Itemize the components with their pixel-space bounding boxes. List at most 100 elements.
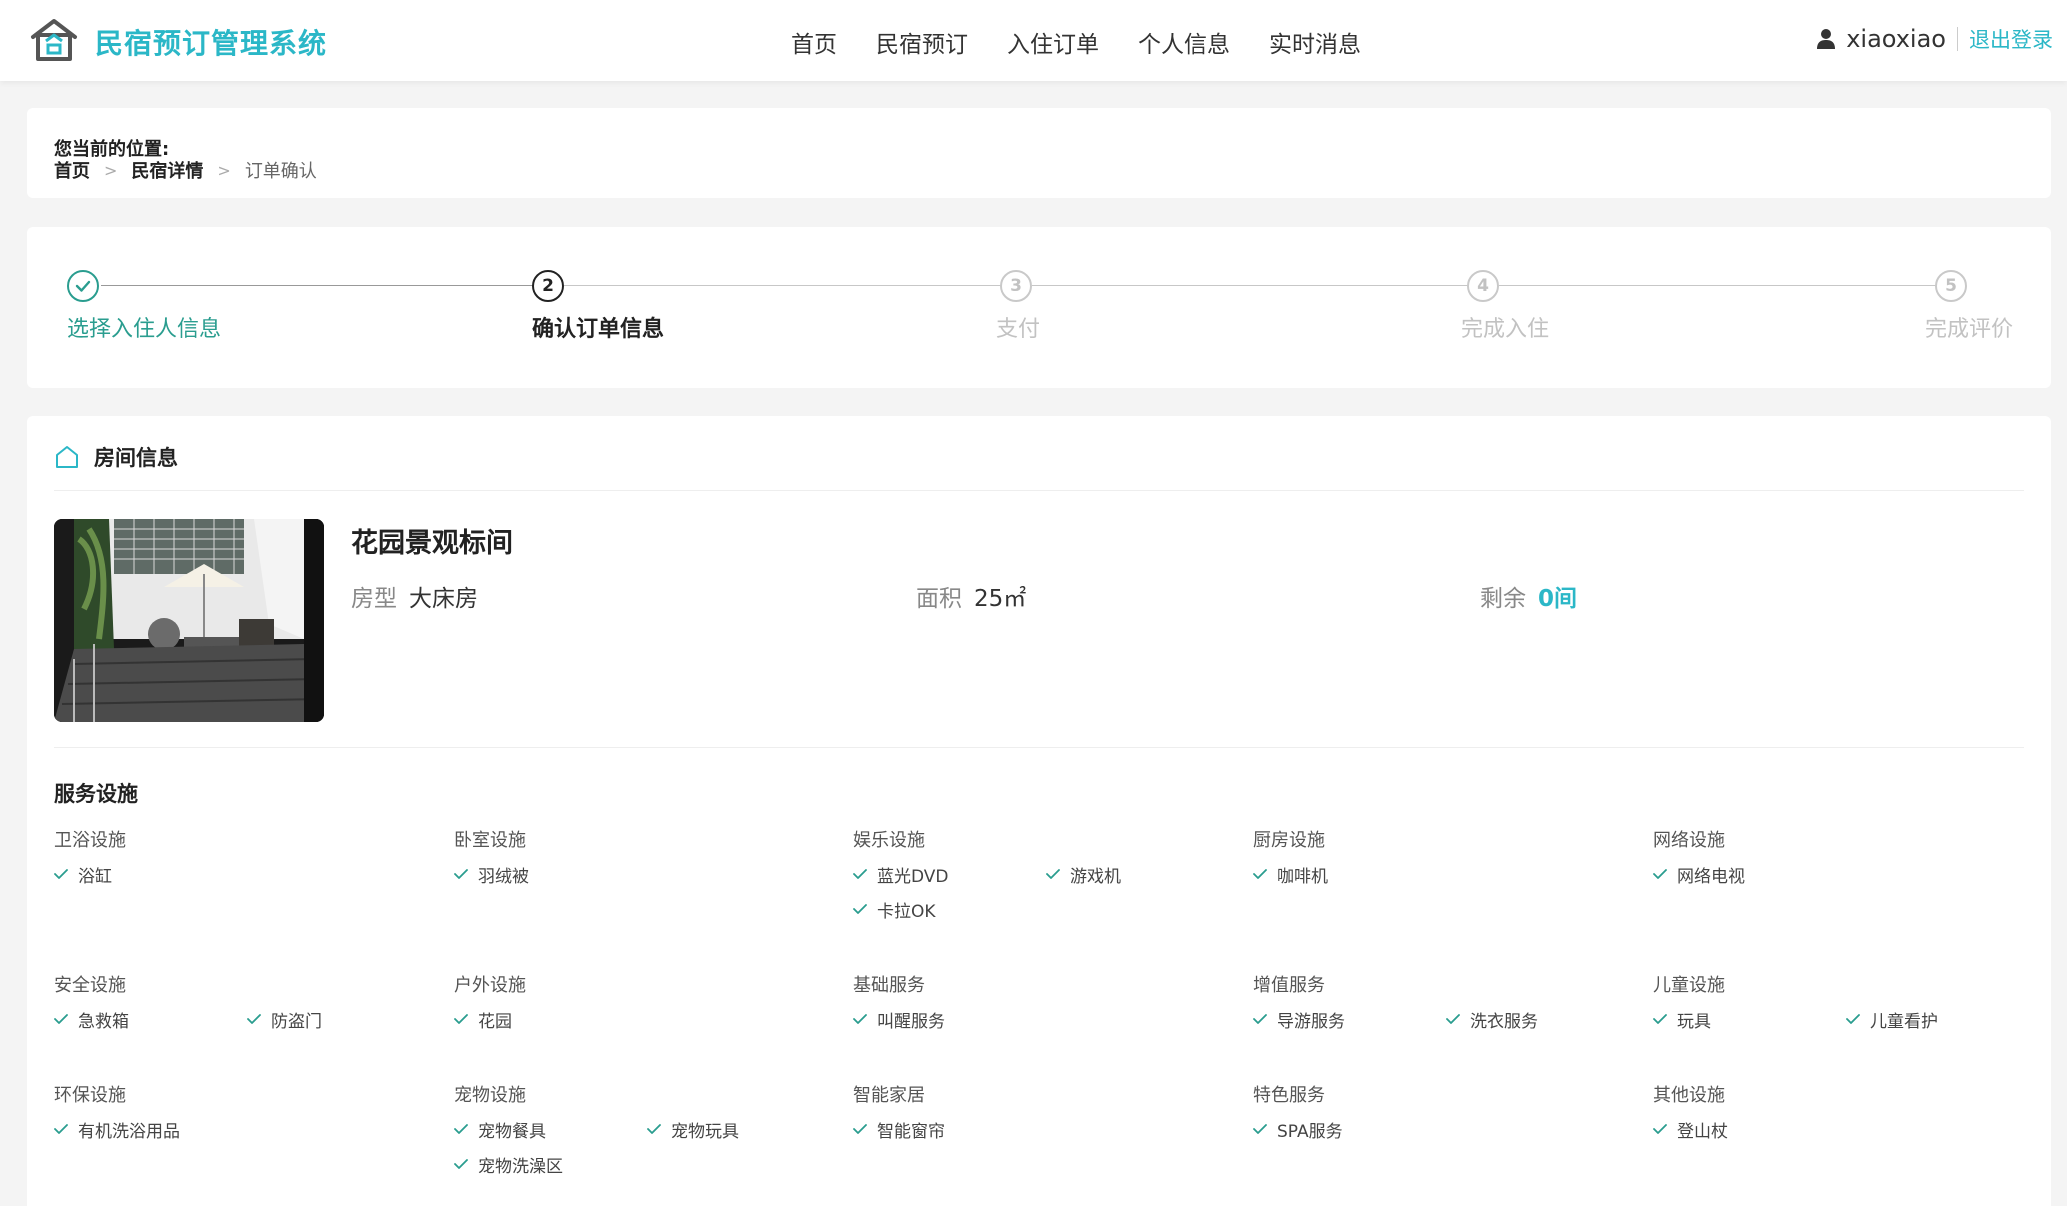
nav-item-home[interactable]: 首页	[791, 25, 837, 59]
service-item-label: 智能窗帘	[877, 1121, 945, 1142]
service-group-name: 智能家居	[853, 1085, 925, 1106]
service-item-label: 花园	[478, 1011, 512, 1032]
service-group: 网络设施 网络电视	[1653, 826, 2043, 899]
services-title: 服务设施	[54, 782, 138, 806]
service-group: 安全设施 急救箱 防盗门	[54, 971, 444, 1044]
service-item-label: 宠物洗澡区	[478, 1156, 563, 1177]
user-area: xiaoxiao 退出登录	[1816, 24, 2053, 54]
service-group: 特色服务 SPA服务	[1253, 1081, 1643, 1154]
service-group: 儿童设施 玩具 儿童看护	[1653, 971, 2043, 1044]
breadcrumb-current: 订单确认	[244, 161, 317, 182]
service-group: 宠物设施宠物餐具 宠物玩具宠物洗澡区	[454, 1081, 844, 1189]
service-item-label: 导游服务	[1277, 1011, 1345, 1032]
check-icon	[853, 1014, 867, 1024]
service-item: 网络电视	[1653, 864, 1846, 887]
service-item: 卡拉OK	[853, 899, 1046, 922]
service-item-label: 咖啡机	[1277, 866, 1328, 887]
service-item-label: 游戏机	[1070, 866, 1121, 887]
service-item: 宠物餐具	[454, 1119, 647, 1142]
service-item: 智能窗帘	[853, 1119, 1046, 1142]
room-section-title: 房间信息	[94, 446, 178, 470]
service-items: 羽绒被	[454, 864, 844, 899]
check-icon	[247, 1014, 261, 1024]
check-icon	[454, 1159, 468, 1169]
service-item: 花园	[454, 1009, 647, 1032]
logout-link[interactable]: 退出登录	[1969, 24, 2053, 54]
step-1-label: 选择入住人信息	[67, 317, 222, 342]
nav-item-orders[interactable]: 入住订单	[1007, 25, 1099, 59]
check-icon	[54, 1124, 68, 1134]
service-group: 户外设施 花园	[454, 971, 844, 1044]
step-2-label: 确认订单信息	[532, 317, 665, 342]
service-item: 宠物玩具	[647, 1119, 840, 1142]
service-group-name: 基础服务	[853, 975, 925, 996]
breadcrumb-home[interactable]: 首页	[54, 157, 90, 183]
step-3-number: 3	[1000, 270, 1032, 302]
service-group: 卫浴设施浴缸	[54, 826, 444, 899]
service-item-label: 浴缸	[78, 866, 112, 887]
username[interactable]: xiaoxiao	[1846, 25, 1946, 53]
chevron-right-icon: >	[217, 160, 231, 180]
check-icon	[853, 869, 867, 879]
service-items: 叫醒服务	[853, 1009, 1243, 1044]
service-group-name: 环保设施	[54, 1085, 126, 1106]
service-item-label: 宠物玩具	[671, 1121, 739, 1142]
service-item-label: 蓝光DVD	[877, 866, 949, 887]
service-item-label: 登山杖	[1677, 1121, 1728, 1142]
service-items: 智能窗帘	[853, 1119, 1243, 1154]
service-item: 游戏机	[1046, 864, 1239, 887]
service-group-name: 卧室设施	[454, 830, 526, 851]
service-item: 导游服务	[1253, 1009, 1446, 1032]
service-item-label: 羽绒被	[478, 866, 529, 887]
service-item-label: 宠物餐具	[478, 1121, 546, 1142]
service-group-name: 娱乐设施	[853, 830, 925, 851]
room-remaining: 剩余 0间	[1480, 579, 1577, 613]
room-remaining-label: 剩余	[1480, 586, 1526, 612]
check-icon	[647, 1124, 661, 1134]
breadcrumb: 首页 > 民宿详情 > 订单确认	[54, 157, 317, 183]
room-name: 花园景观标间	[351, 528, 513, 559]
step-4-number: 4	[1467, 270, 1499, 302]
nav-item-profile[interactable]: 个人信息	[1138, 25, 1230, 59]
breadcrumb-detail[interactable]: 民宿详情	[131, 157, 203, 183]
service-items: 急救箱 防盗门	[54, 1009, 444, 1044]
check-icon	[1446, 1014, 1460, 1024]
check-icon	[1253, 1014, 1267, 1024]
app-title: 民宿预订管理系统	[95, 27, 328, 60]
check-icon	[1846, 1014, 1860, 1024]
step-connector	[101, 285, 550, 286]
step-connector	[1499, 285, 1953, 286]
service-group: 卧室设施羽绒被	[454, 826, 844, 899]
step-5-number: 5	[1935, 270, 1967, 302]
nav-item-messages[interactable]: 实时消息	[1269, 25, 1361, 59]
service-item-label: 儿童看护	[1870, 1011, 1938, 1032]
main-nav: 首页 民宿预订 入住订单 个人信息 实时消息	[791, 25, 1400, 59]
service-item-label: 卡拉OK	[877, 901, 936, 922]
step-3-label: 支付	[996, 317, 1041, 342]
room-area: 面积 25㎡	[916, 579, 1026, 613]
service-group-name: 宠物设施	[454, 1085, 526, 1106]
service-item: 有机洗浴用品	[54, 1119, 247, 1142]
service-item-label: 急救箱	[78, 1011, 129, 1032]
service-items: 咖啡机	[1253, 864, 1643, 899]
check-icon	[54, 1014, 68, 1024]
step-4-label: 完成入住	[1461, 317, 1550, 342]
service-items: SPA服务	[1253, 1119, 1643, 1154]
service-item: SPA服务	[1253, 1119, 1446, 1142]
nav-item-booking[interactable]: 民宿预订	[876, 25, 968, 59]
service-item-label: 有机洗浴用品	[78, 1121, 180, 1142]
section-divider	[54, 747, 2024, 748]
service-group: 智能家居智能窗帘	[853, 1081, 1243, 1154]
service-items: 有机洗浴用品	[54, 1119, 444, 1154]
service-items: 网络电视	[1653, 864, 2043, 899]
chevron-right-icon: >	[104, 160, 118, 180]
check-icon	[853, 904, 867, 914]
service-group-name: 厨房设施	[1253, 830, 1325, 851]
service-group-name: 卫浴设施	[54, 830, 126, 851]
check-icon	[1653, 869, 1667, 879]
check-icon	[1253, 869, 1267, 879]
room-area-value: 25㎡	[974, 586, 1027, 612]
service-items: 花园	[454, 1009, 844, 1044]
check-icon	[454, 869, 468, 879]
room-photo[interactable]	[54, 519, 324, 722]
